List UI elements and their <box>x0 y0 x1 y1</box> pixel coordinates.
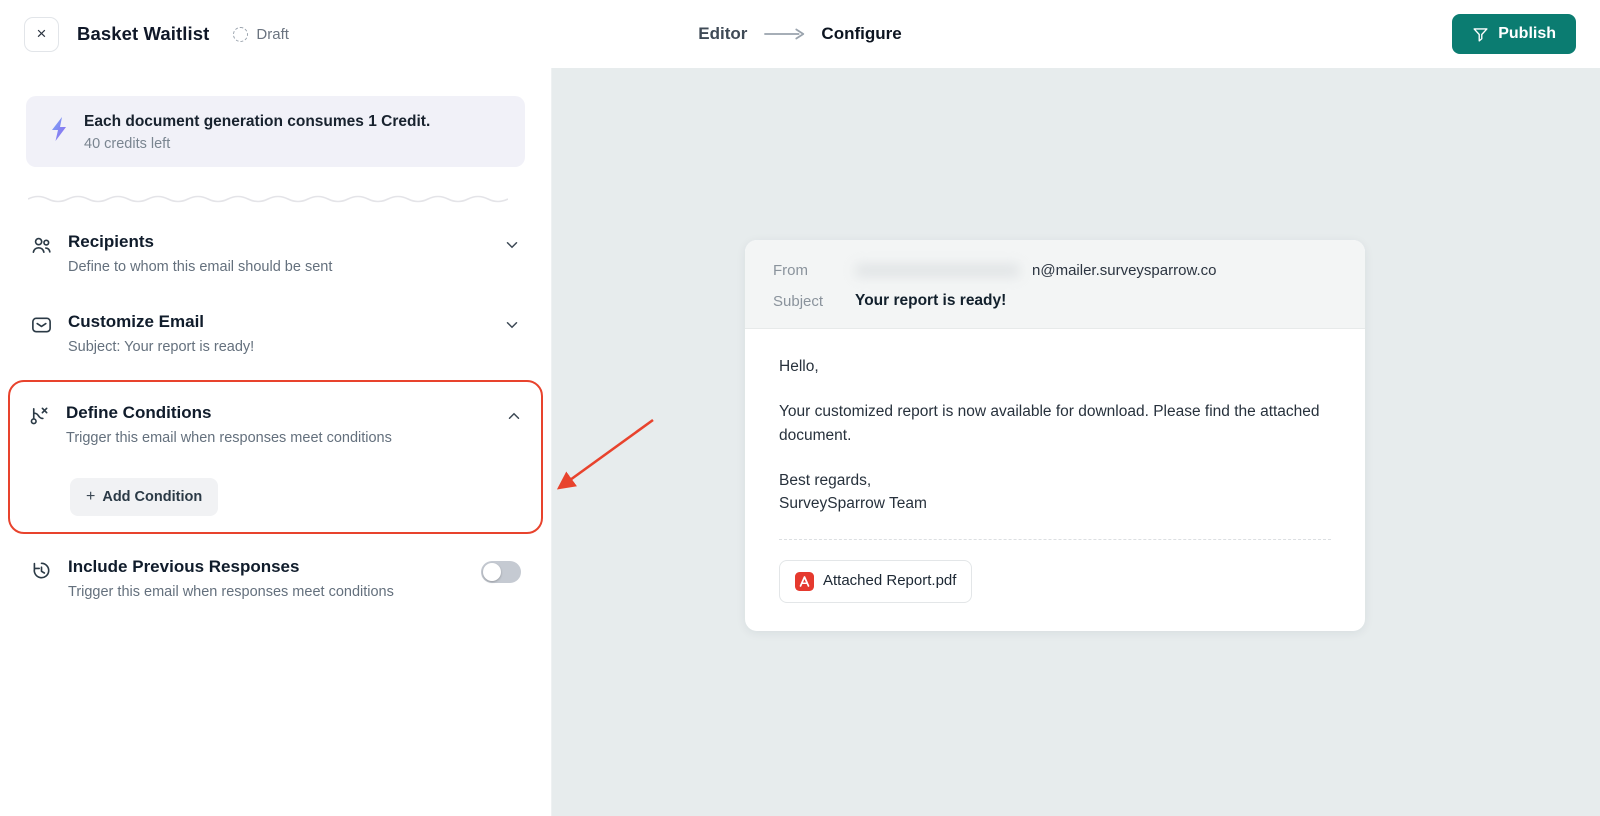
define-conditions-subtitle: Trigger this email when responses meet c… <box>66 430 392 447</box>
include-previous-toggle[interactable] <box>481 560 521 583</box>
recipients-title: Recipients <box>68 232 154 251</box>
breadcrumb: Editor Configure <box>698 24 901 44</box>
page-title: Basket Waitlist <box>77 23 210 44</box>
draft-status-icon <box>233 26 249 42</box>
publish-funnel-icon <box>1473 27 1488 42</box>
tab-editor[interactable]: Editor <box>698 24 747 44</box>
email-preview-card: From n@mailer.surveysparrow.co Subject Y… <box>745 240 1365 631</box>
attachment-name: Attached Report.pdf <box>823 572 957 590</box>
define-conditions-branch-icon <box>28 403 51 433</box>
arrow-right-icon <box>764 28 805 40</box>
publish-button[interactable]: Publish <box>1452 14 1576 54</box>
chevron-up-icon[interactable] <box>505 407 523 430</box>
section-include-previous-responses[interactable]: Include Previous Responses Trigger this … <box>26 540 525 620</box>
email-paragraph: Your customized report is now available … <box>779 403 1320 444</box>
close-button[interactable]: × <box>24 16 59 52</box>
from-label: From <box>773 262 808 279</box>
recipients-users-icon <box>30 232 53 262</box>
define-conditions-title: Define Conditions <box>66 403 212 423</box>
tab-configure[interactable]: Configure <box>821 24 901 44</box>
chevron-down-icon[interactable] <box>503 316 521 339</box>
section-define-conditions[interactable]: Define Conditions Trigger this email whe… <box>28 386 523 466</box>
email-greeting: Hello, <box>779 358 819 375</box>
from-value: n@mailer.surveysparrow.co <box>1032 262 1217 279</box>
customize-email-subtitle: Subject: Your report is ready! <box>68 338 255 355</box>
email-body: Hello, Your customized report is now ava… <box>745 329 1365 631</box>
draft-label: Draft <box>256 25 289 43</box>
add-condition-label: Add Condition <box>102 488 203 505</box>
section-recipients[interactable]: Recipients Define to whom this email sho… <box>26 215 525 295</box>
define-conditions-highlight: Define Conditions Trigger this email whe… <box>8 380 543 534</box>
include-previous-title: Include Previous Responses <box>68 556 300 576</box>
email-signoff-2: SurveySparrow Team <box>779 495 927 512</box>
attachment-chip[interactable]: Attached Report.pdf <box>779 560 973 603</box>
include-previous-subtitle: Trigger this email when responses meet c… <box>68 583 394 600</box>
close-icon: × <box>36 24 47 43</box>
recipients-subtitle: Define to whom this email should be sent <box>68 259 333 275</box>
toggle-knob <box>483 562 501 581</box>
preview-area: From n@mailer.surveysparrow.co Subject Y… <box>552 68 1600 816</box>
customize-email-title: Customize Email <box>68 311 205 331</box>
section-customize-email[interactable]: Customize Email Subject: Your report is … <box>26 295 525 375</box>
customize-email-icon <box>30 312 53 342</box>
subject-value: Your report is ready! <box>855 292 1007 309</box>
dashed-divider <box>779 539 1331 541</box>
pdf-file-icon <box>795 572 814 591</box>
subject-label: Subject <box>773 292 824 310</box>
email-header: From n@mailer.surveysparrow.co Subject Y… <box>745 240 1365 329</box>
credit-line2: 40 credits left <box>84 136 171 152</box>
publish-label: Publish <box>1498 25 1556 42</box>
status-badge: Draft <box>233 26 289 43</box>
credit-notice: Each document generation consumes 1 Cred… <box>26 96 525 167</box>
sidebar: Each document generation consumes 1 Cred… <box>0 68 552 816</box>
add-condition-button[interactable]: + Add Condition <box>70 477 219 516</box>
credit-line1: Each document generation consumes 1 Cred… <box>84 113 431 130</box>
credit-bolt-icon <box>52 117 66 141</box>
chevron-down-icon[interactable] <box>503 236 521 259</box>
top-bar: × Basket Waitlist Draft Editor Configure… <box>0 0 1600 68</box>
plus-icon: + <box>86 487 96 505</box>
wavy-divider <box>28 195 508 203</box>
email-signoff-1: Best regards, <box>779 471 872 489</box>
redacted-sender-blur <box>855 264 1020 277</box>
history-clock-icon <box>30 557 53 587</box>
